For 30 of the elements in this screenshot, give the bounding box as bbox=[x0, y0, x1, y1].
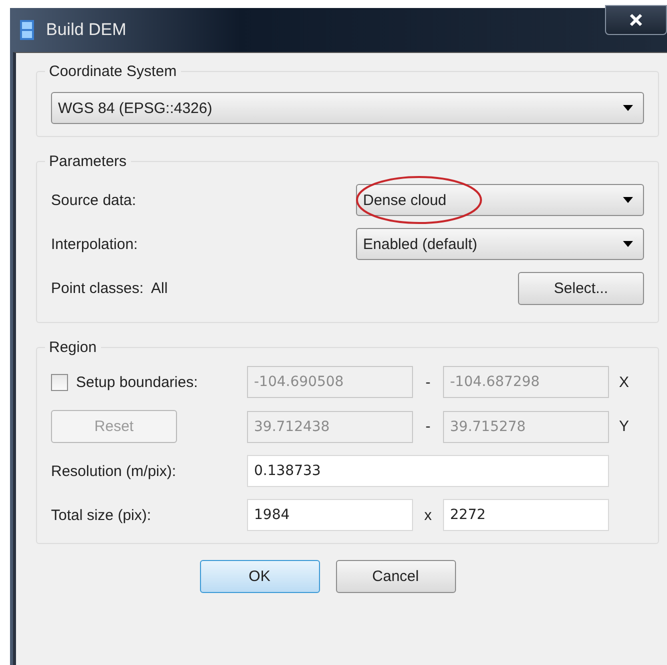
input-field[interactable]: 2272 bbox=[443, 499, 609, 531]
select-button[interactable]: Select... bbox=[518, 272, 644, 304]
axis-label: X bbox=[618, 374, 629, 390]
close-icon bbox=[629, 13, 643, 27]
size-separator: x bbox=[423, 506, 433, 524]
ok-button[interactable]: OK bbox=[200, 560, 320, 593]
dropdown[interactable]: WGS 84 (EPSG::4326) bbox=[51, 92, 644, 124]
field-label: Resolution (m/pix): bbox=[51, 462, 178, 480]
caret-icon bbox=[623, 105, 633, 111]
field-label: Interpolation: bbox=[51, 236, 138, 252]
field-label: Source data: bbox=[51, 192, 136, 208]
window-title: Build DEM bbox=[46, 20, 126, 40]
dropdown[interactable]: Dense cloud bbox=[356, 184, 644, 216]
group-title: Parameters bbox=[48, 153, 128, 170]
range-separator: - bbox=[424, 418, 432, 435]
caret-icon bbox=[623, 197, 633, 203]
axis-label: Y bbox=[618, 418, 629, 435]
group-title: Coordinate System bbox=[48, 63, 178, 80]
input-field[interactable]: 0.138733 bbox=[247, 455, 609, 487]
input-field[interactable]: 1984 bbox=[247, 499, 413, 531]
field-label: Total size (pix): bbox=[51, 506, 152, 524]
checkbox[interactable]: Setup boundaries: bbox=[51, 374, 247, 390]
close-button[interactable] bbox=[605, 5, 667, 35]
group-title: Region bbox=[48, 339, 98, 356]
dropdown[interactable]: Enabled (default) bbox=[356, 228, 644, 260]
range-separator: - bbox=[424, 374, 432, 390]
caret-icon bbox=[623, 241, 633, 247]
app-icon bbox=[20, 20, 34, 40]
cancel-button[interactable]: Cancel bbox=[336, 560, 456, 593]
field-label: Point classes: All bbox=[51, 280, 168, 296]
